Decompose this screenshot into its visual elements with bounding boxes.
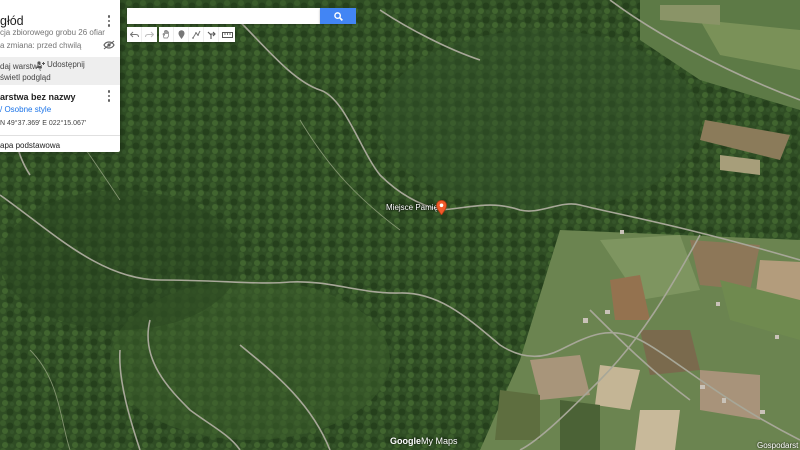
map-description[interactable]: cja zbiorowego grobu 26 ofiar xyxy=(0,28,105,37)
last-change-text: a zmiana: przed chwilą xyxy=(0,41,82,50)
search-button[interactable] xyxy=(320,8,356,24)
ruler-icon xyxy=(221,31,233,38)
logo-mymaps-text: My Maps xyxy=(421,436,458,446)
layer-section: arstwa bez nazwy / Osobne style N 49°37.… xyxy=(0,85,120,135)
map-header: głód cja zbiorowego grobu 26 ofiar a zmi… xyxy=(0,0,120,57)
map-pin-icon[interactable] xyxy=(436,200,447,215)
select-tool-button[interactable] xyxy=(159,27,174,42)
logo-google-text: Google xyxy=(390,436,421,446)
layer-item-coordinates[interactable]: N 49°37.369' E 022°15.067' xyxy=(0,120,86,127)
preview-button[interactable]: świetl podgląd xyxy=(0,73,51,82)
ruler-button[interactable] xyxy=(219,27,235,42)
directions-icon xyxy=(207,31,216,39)
directions-button[interactable] xyxy=(204,27,219,42)
layer-name[interactable]: arstwa bez nazwy xyxy=(0,92,76,102)
undo-icon xyxy=(129,31,139,38)
map-legend-panel: głód cja zbiorowego grobu 26 ofiar a zmi… xyxy=(0,0,120,152)
redo-button[interactable] xyxy=(142,27,157,42)
share-button[interactable]: Udostępnij xyxy=(36,60,85,69)
add-marker-button[interactable] xyxy=(174,27,189,42)
place-label: Gospodarst xyxy=(757,441,799,450)
tools-group xyxy=(159,27,235,42)
base-map-section: apa podstawowa xyxy=(0,135,120,152)
redo-icon xyxy=(145,31,154,38)
map-toolbar xyxy=(127,27,237,42)
search-icon xyxy=(333,11,343,21)
share-label: Udostępnij xyxy=(47,60,85,69)
individual-styles-link[interactable]: / Osobne style xyxy=(0,105,51,114)
google-my-maps-logo: GoogleMy Maps xyxy=(390,436,458,446)
add-person-icon xyxy=(36,61,45,68)
panel-actions: daj warstwę Udostępnij świetl podgląd xyxy=(0,57,120,85)
map-title[interactable]: głód xyxy=(0,14,24,28)
draw-line-icon xyxy=(191,30,200,39)
layer-options-icon[interactable] xyxy=(104,89,114,103)
preview-eye-icon[interactable] xyxy=(103,40,115,50)
undo-button[interactable] xyxy=(127,27,142,42)
satellite-map[interactable] xyxy=(0,0,800,450)
forest-patch xyxy=(0,190,240,330)
search-input[interactable] xyxy=(127,8,320,24)
history-group xyxy=(127,27,157,42)
map-options-icon[interactable] xyxy=(104,14,114,28)
draw-line-button[interactable] xyxy=(189,27,204,42)
add-marker-icon xyxy=(178,30,184,39)
hand-icon xyxy=(162,30,169,39)
forest-patch xyxy=(380,30,700,210)
base-map-toggle[interactable]: apa podstawowa xyxy=(0,141,60,150)
